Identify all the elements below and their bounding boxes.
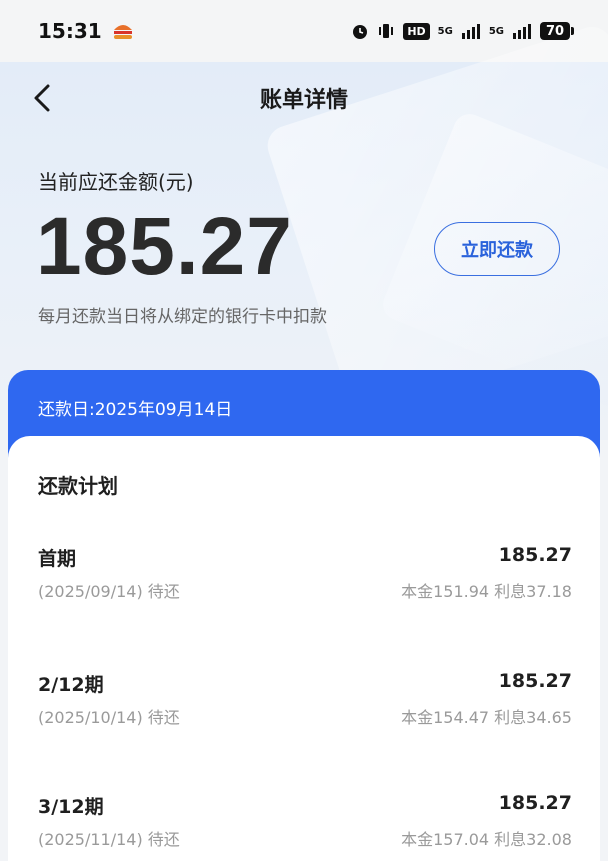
burger-notification-icon xyxy=(113,25,132,39)
status-left: 15:31 xyxy=(38,19,134,43)
installment-name: 2/12期 xyxy=(38,674,104,696)
repayment-plan-panel: 还款计划 首期 185.27 (2025/09/14) 待还 本金151.94 … xyxy=(8,436,600,861)
auto-debit-note: 每月还款当日将从绑定的银行卡中扣款 xyxy=(38,307,327,327)
hd-badge: HD xyxy=(403,22,430,40)
plan-row[interactable]: 2/12期 185.27 (2025/10/14) 待还 本金154.47 利息… xyxy=(38,670,572,730)
due-date-text: 还款日:2025年09月14日 xyxy=(38,400,233,420)
installment-amount: 185.27 xyxy=(498,670,572,692)
status-time: 15:31 xyxy=(38,19,102,43)
installment-amount: 185.27 xyxy=(498,544,572,566)
vibrate-icon xyxy=(379,24,394,38)
signal-icon xyxy=(513,24,531,39)
repay-now-button[interactable]: 立即还款 xyxy=(434,222,560,276)
network-5g-label: 5G xyxy=(437,25,453,37)
installment-status: (2025/11/14) 待还 xyxy=(38,830,180,849)
status-bar: 15:31 HD 5G 5G 70 xyxy=(0,0,608,62)
installment-status: (2025/10/14) 待还 xyxy=(38,708,180,727)
plan-title: 还款计划 xyxy=(38,474,118,498)
plan-row[interactable]: 3/12期 185.27 (2025/11/14) 待还 本金157.04 利息… xyxy=(38,792,572,852)
installment-name: 首期 xyxy=(38,548,77,570)
installment-breakdown: 本金154.47 利息34.65 xyxy=(401,708,572,727)
amount-due: 185.27 xyxy=(36,201,293,292)
installment-breakdown: 本金151.94 利息37.18 xyxy=(401,582,572,601)
installment-amount: 185.27 xyxy=(498,792,572,814)
alarm-icon xyxy=(353,25,368,39)
installment-breakdown: 本金157.04 利息32.08 xyxy=(401,830,572,849)
navigation-bar: 账单详情 xyxy=(0,62,608,134)
signal-icon xyxy=(461,24,480,39)
amount-label: 当前应还金额(元) xyxy=(38,170,194,194)
page-title: 账单详情 xyxy=(259,88,348,113)
network-5g-label: 5G xyxy=(488,25,504,37)
status-right: HD 5G 5G 70 xyxy=(351,22,574,40)
battery-icon: 70 xyxy=(540,22,574,40)
back-arrow-icon[interactable] xyxy=(28,82,58,114)
installment-status: (2025/09/14) 待还 xyxy=(38,582,180,601)
plan-row[interactable]: 首期 185.27 (2025/09/14) 待还 本金151.94 利息37.… xyxy=(38,544,572,604)
installment-name: 3/12期 xyxy=(38,796,104,818)
